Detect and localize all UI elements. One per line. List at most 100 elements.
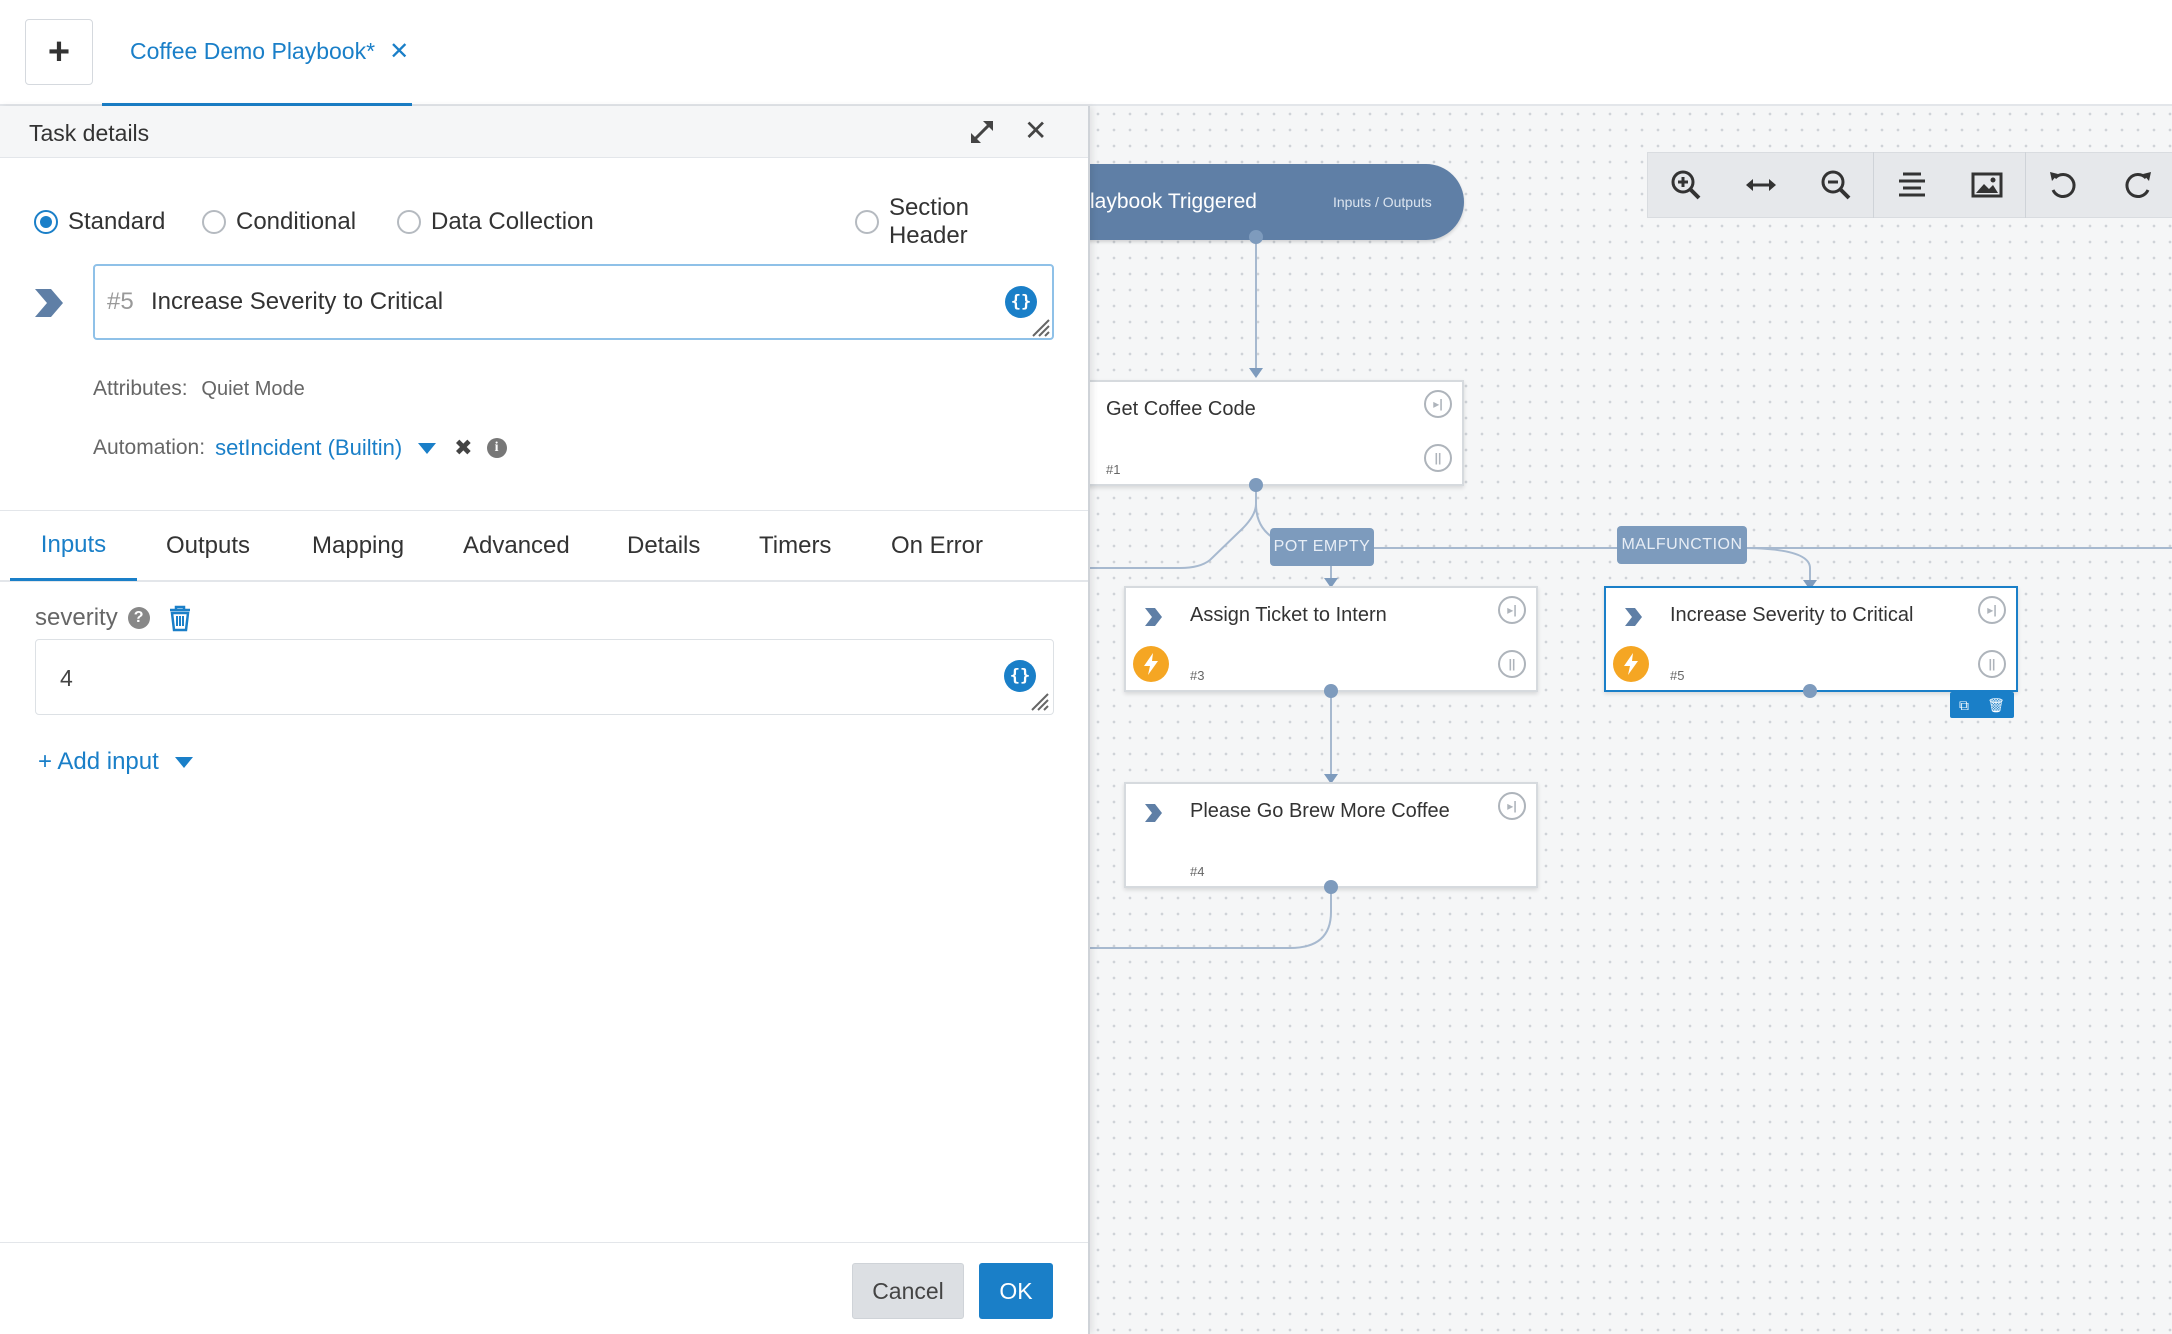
skip-icon[interactable]: ▸| <box>1424 390 1452 418</box>
redo-button[interactable] <box>2101 152 2172 218</box>
radio-button[interactable] <box>202 210 226 234</box>
input-value-field[interactable]: {} <box>35 639 1054 715</box>
skip-icon[interactable]: ▸| <box>1978 596 2006 624</box>
zoom-in-icon <box>1671 170 1700 200</box>
chevron-right-icon <box>35 289 63 317</box>
radio-button[interactable] <box>397 210 421 234</box>
task-detail-tabs: Inputs Outputs Mapping Advanced Details … <box>0 510 1088 582</box>
radio-label: Data Collection <box>431 208 594 235</box>
attributes-label: Attributes: <box>93 377 188 400</box>
align-icon <box>1899 172 1925 197</box>
radio-label: Section Header <box>888 194 970 249</box>
automation-link[interactable]: setIncident (Builtin) <box>215 435 402 461</box>
node-port <box>1324 684 1338 698</box>
align-button[interactable] <box>1874 152 1949 218</box>
pause-icon[interactable]: || <box>1498 650 1526 678</box>
radio-conditional[interactable]: Conditional <box>202 204 356 240</box>
radio-button[interactable] <box>34 210 58 234</box>
task-node-increase-severity[interactable]: Increase Severity to Critical #5 ▸| || <box>1604 586 2018 692</box>
skip-icon[interactable]: ▸| <box>1498 596 1526 624</box>
add-input-label: + Add input <box>38 748 159 775</box>
pause-icon[interactable]: || <box>1424 444 1452 472</box>
cancel-button[interactable]: Cancel <box>852 1263 964 1319</box>
trigger-label: laybook Triggered <box>1090 190 1257 213</box>
task-node-brew-more-coffee[interactable]: Please Go Brew More Coffee #4 ▸| <box>1124 782 1538 888</box>
trash-icon[interactable]: 🗑 <box>1987 697 2005 714</box>
node-port <box>1324 880 1338 894</box>
zoom-in-button[interactable] <box>1648 152 1723 218</box>
expand-icon[interactable] <box>968 118 996 146</box>
remove-icon[interactable]: ✖ <box>454 435 472 461</box>
resize-handle-icon[interactable] <box>1028 690 1050 712</box>
close-icon[interactable]: ✕ <box>389 37 409 66</box>
task-name-field[interactable]: #5 {} <box>93 264 1054 340</box>
tab-advanced[interactable]: Advanced <box>463 511 570 581</box>
image-icon <box>1971 172 2003 198</box>
fit-width-button[interactable] <box>1723 152 1798 218</box>
attributes-value: Quiet Mode <box>201 378 305 400</box>
radio-data-collection[interactable]: Data Collection <box>397 204 594 240</box>
task-node-number: #1 <box>1106 462 1121 477</box>
undo-button[interactable] <box>2026 152 2101 218</box>
export-image-button[interactable] <box>1950 152 2025 218</box>
chevron-right-icon <box>1145 608 1162 626</box>
copy-icon[interactable]: ⧉ <box>1959 697 1969 714</box>
task-node-get-coffee-code[interactable]: Get Coffee Code #1 ▸| || <box>1090 380 1464 486</box>
tab-outputs[interactable]: Outputs <box>166 511 250 581</box>
condition-label-pot-empty[interactable]: POT EMPTY <box>1270 528 1374 566</box>
task-details-panel: Task details ✕ Standard Conditional Data… <box>0 106 1090 1334</box>
condition-label-malfunction[interactable]: MALFUNCTION <box>1617 526 1747 564</box>
playbook-trigger-node[interactable]: laybook Triggered Inputs / Outputs <box>1090 164 1464 240</box>
new-playbook-button[interactable]: + <box>25 19 93 85</box>
help-icon[interactable]: ? <box>127 607 150 629</box>
zoom-out-icon <box>1821 170 1851 200</box>
app-root: + Coffee Demo Playbook* ✕ laybook Trigge… <box>0 0 2172 1334</box>
automation-label: Automation: <box>93 436 206 459</box>
info-icon[interactable]: i <box>486 438 507 458</box>
zoom-out-button[interactable] <box>1798 152 1873 218</box>
tab-inputs[interactable]: Inputs <box>10 511 137 581</box>
chevron-down-icon[interactable] <box>418 442 437 454</box>
radio-standard[interactable]: Standard <box>34 204 165 240</box>
chevron-down-icon[interactable] <box>174 756 193 768</box>
add-input-button[interactable]: + Add input <box>38 748 193 776</box>
radio-label: Standard <box>68 208 166 235</box>
pause-icon[interactable]: || <box>1978 650 2006 678</box>
node-port <box>1249 478 1263 492</box>
fit-width-icon <box>1745 179 1776 191</box>
ok-button[interactable]: OK <box>979 1263 1053 1319</box>
node-port <box>1803 684 1817 698</box>
task-node-number: #5 <box>1670 668 1685 683</box>
curly-braces-icon[interactable]: {} <box>1005 286 1037 318</box>
tab-mapping[interactable]: Mapping <box>312 511 404 581</box>
inputs-outputs-link[interactable]: Inputs / Outputs <box>1333 194 1432 210</box>
tab-coffee-demo-playbook[interactable]: Coffee Demo Playbook* ✕ <box>102 0 412 106</box>
radio-label: Conditional <box>236 208 357 235</box>
node-port <box>1249 230 1263 244</box>
panel-header: Task details ✕ <box>0 106 1088 158</box>
top-tab-bar: + Coffee Demo Playbook* ✕ <box>0 0 2172 106</box>
resize-handle-icon[interactable] <box>1029 316 1051 338</box>
panel-footer: Cancel OK <box>0 1242 1088 1334</box>
connection-lines <box>1090 236 2172 949</box>
radio-section-header[interactable]: Section Header <box>855 194 1054 249</box>
plus-icon: + <box>47 30 71 73</box>
redo-icon <box>2125 172 2152 198</box>
task-type-selector: Standard Conditional Data Collection Sec… <box>34 194 1054 249</box>
tab-on-error[interactable]: On Error <box>891 511 983 581</box>
chevron-right-icon <box>1625 608 1642 626</box>
task-node-assign-ticket[interactable]: Assign Ticket to Intern #3 ▸| || <box>1124 586 1538 692</box>
undo-icon <box>2050 172 2076 198</box>
close-icon[interactable]: ✕ <box>1024 114 1047 147</box>
task-name-input[interactable] <box>151 284 971 320</box>
tab-timers[interactable]: Timers <box>759 511 831 581</box>
severity-value-input[interactable] <box>60 660 960 696</box>
trash-icon[interactable] <box>166 604 194 632</box>
skip-icon[interactable]: ▸| <box>1498 792 1526 820</box>
tab-details[interactable]: Details <box>627 511 700 581</box>
canvas-toolbar <box>1647 152 2172 218</box>
task-node-name: Please Go Brew More Coffee <box>1190 800 1450 822</box>
playbook-canvas[interactable]: laybook Triggered Inputs / Outputs Get C… <box>1090 106 2172 1334</box>
curly-braces-icon[interactable]: {} <box>1004 660 1036 692</box>
radio-button[interactable] <box>855 210 879 234</box>
